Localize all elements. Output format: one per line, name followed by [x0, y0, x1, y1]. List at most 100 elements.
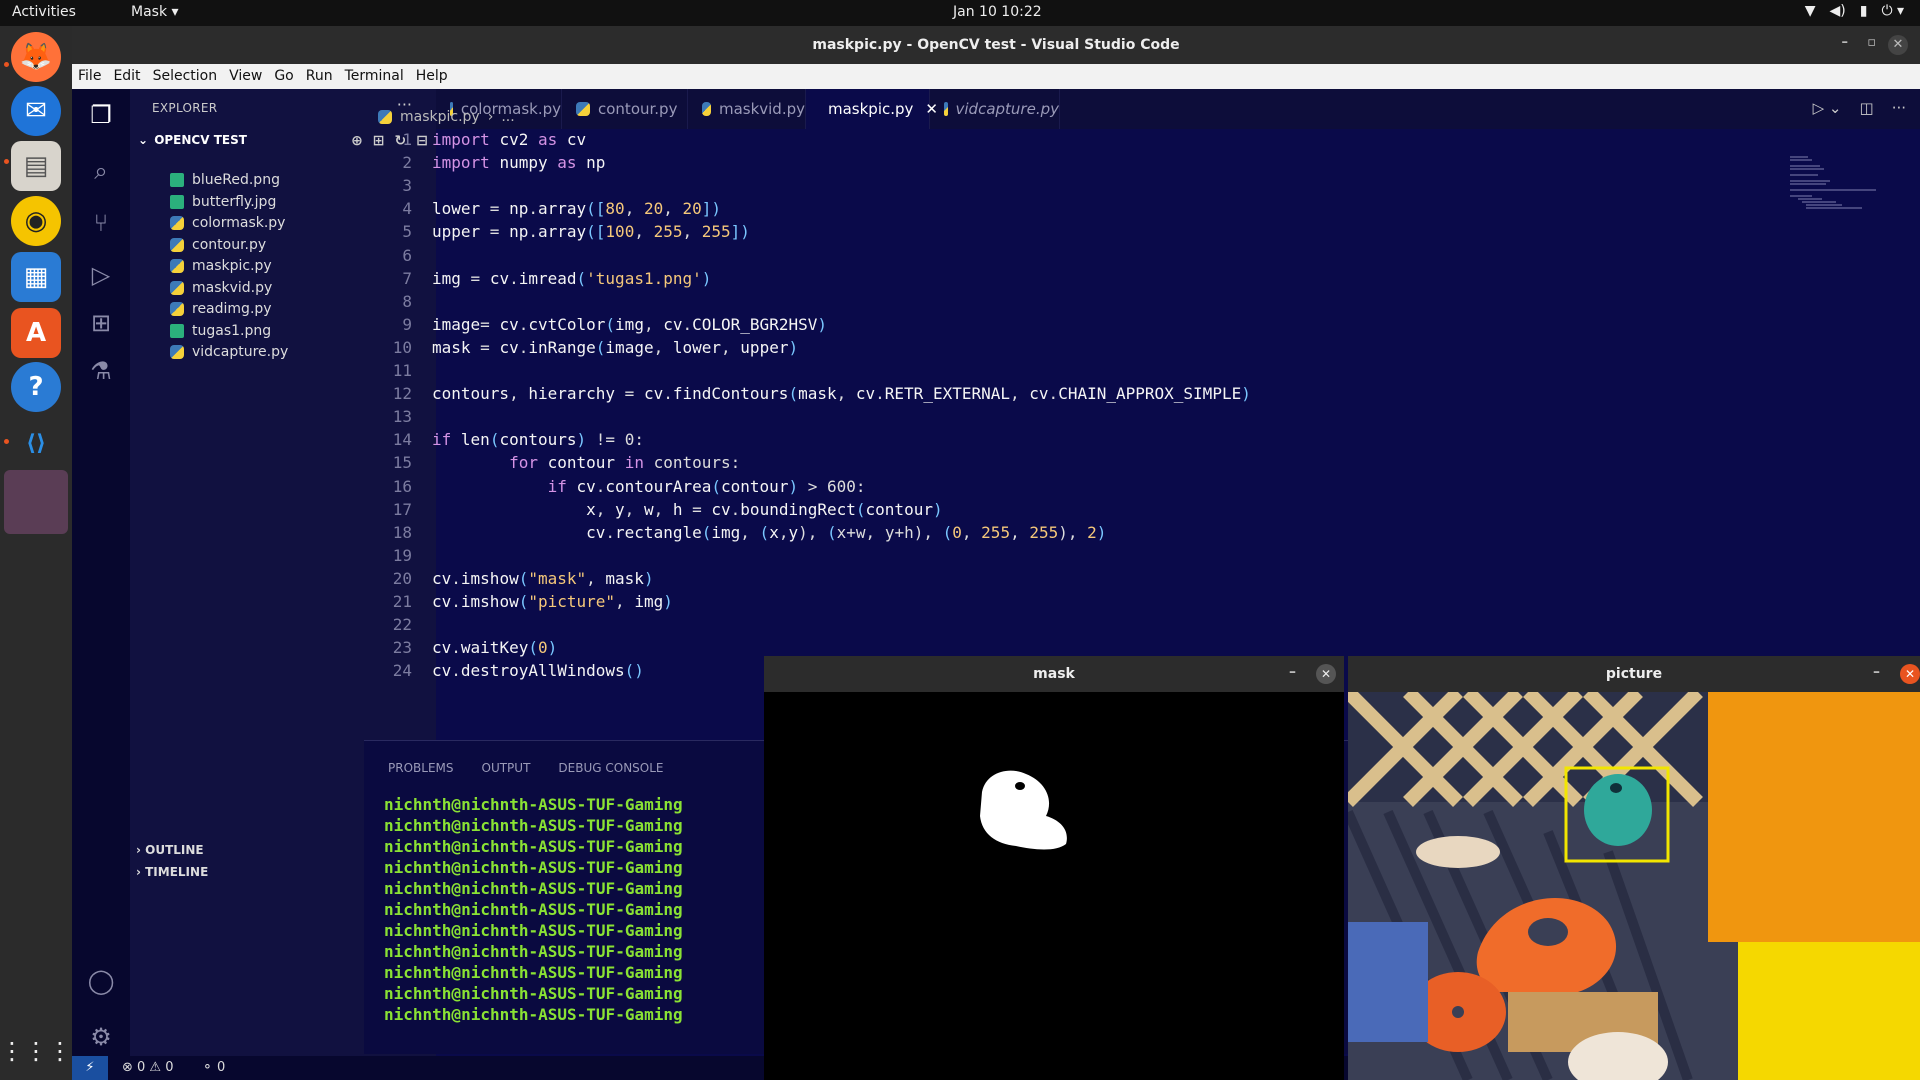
power-icon[interactable]: ⏻ ▾ [1881, 3, 1904, 19]
file-item[interactable]: maskpic.py [170, 255, 272, 277]
menu-file[interactable]: File [72, 64, 107, 89]
appcenter-icon[interactable]: A [11, 308, 61, 358]
code-line[interactable]: 7 img = cv.imread('tugas1.png') [364, 269, 1764, 292]
files-icon[interactable]: ▤ [11, 141, 61, 191]
new-file-icon[interactable]: ⊕ [351, 133, 363, 149]
minimize-button[interactable]: – [1289, 664, 1296, 680]
writer-icon[interactable]: ▦ [11, 252, 61, 302]
code-line[interactable]: 6 [364, 246, 1764, 269]
clock[interactable]: Jan 10 10:22 [953, 4, 1042, 20]
file-item[interactable]: vidcapture.py [170, 341, 288, 363]
file-item[interactable]: butterfly.jpg [170, 191, 276, 213]
code-line[interactable]: 22 [364, 615, 1764, 638]
close-button[interactable]: ✕ [1316, 664, 1336, 684]
file-item[interactable]: contour.py [170, 234, 266, 256]
line-number: 3 [402, 176, 412, 196]
problems-count[interactable]: ⊗ 0 ⚠ 0 [122, 1060, 174, 1075]
explorer-icon[interactable]: ❐ [85, 99, 117, 131]
close-button[interactable]: ✕ [1900, 664, 1920, 684]
breadcrumb-file[interactable]: maskpic.py [400, 109, 480, 125]
code-line[interactable]: 13 [364, 407, 1764, 430]
outline-section[interactable]: › OUTLINE [136, 843, 204, 857]
menu-go[interactable]: Go [268, 64, 299, 89]
code-line[interactable]: 11 [364, 361, 1764, 384]
source-control-icon[interactable]: ⑂ [85, 207, 117, 239]
minimize-button[interactable]: – [1873, 664, 1880, 680]
breadcrumb-rest[interactable]: ... [501, 109, 514, 125]
code-line[interactable]: 12 contours, hierarchy = cv.findContours(… [364, 384, 1764, 407]
file-item[interactable]: blueRed.png [170, 169, 280, 191]
firefox-icon[interactable]: 🦊 [11, 32, 61, 82]
code-line[interactable]: 19 [364, 546, 1764, 569]
code-line[interactable]: 18 cv.rectangle(img, (x,y), (x+w, y+h), … [364, 523, 1764, 546]
minimize-button[interactable]: – [1842, 35, 1849, 50]
file-item[interactable]: maskvid.py [170, 277, 272, 299]
code-text: for contour in contours: [509, 453, 741, 473]
testing-icon[interactable]: ⚗ [85, 355, 117, 387]
search-icon[interactable]: ⌕ [85, 155, 117, 187]
split-editor-icon[interactable]: ◫ [1860, 99, 1874, 117]
editor-tab[interactable]: maskvid.py [688, 89, 806, 129]
battery-icon[interactable]: ▮ [1860, 3, 1868, 19]
file-item[interactable]: readimg.py [170, 298, 272, 320]
code-editor[interactable]: 1 import cv2 as cv 2 import numpy as np 3 4 lo… [364, 130, 1848, 740]
code-line[interactable]: 15 for contour in contours: [364, 453, 1764, 476]
editor-tab[interactable]: contour.py [562, 89, 688, 129]
code-line[interactable]: 1 import cv2 as cv [364, 130, 1764, 153]
activities-button[interactable]: Activities [12, 4, 76, 20]
line-number: 23 [392, 638, 412, 658]
thunderbird-icon[interactable]: ✉ [11, 86, 61, 136]
menu-edit[interactable]: Edit [107, 64, 146, 89]
code-line[interactable]: 5 upper = np.array([100, 255, 255]) [364, 222, 1764, 245]
tab-debug-console[interactable]: DEBUG CONSOLE [558, 761, 663, 775]
code-line[interactable]: 17 x, y, w, h = cv.boundingRect(contour) [364, 500, 1764, 523]
ports-count[interactable]: ⚬ 0 [202, 1060, 225, 1075]
minimap[interactable] [1790, 156, 1890, 216]
code-line[interactable]: 8 [364, 292, 1764, 315]
tab-output[interactable]: OUTPUT [482, 761, 531, 775]
system-tray[interactable]: ▼ ◀) ▮ ⏻ ▾ [1805, 3, 1904, 19]
rhythmbox-icon[interactable]: ◉ [11, 196, 61, 246]
code-line[interactable]: 21 cv.imshow("picture", img) [364, 592, 1764, 615]
menu-help[interactable]: Help [410, 64, 454, 89]
tab-problems[interactable]: PROBLEMS [388, 761, 454, 775]
menu-terminal[interactable]: Terminal [339, 64, 410, 89]
settings-gear-icon[interactable]: ⚙ [85, 1021, 117, 1053]
editor-tab[interactable]: maskpic.py ✕ [806, 89, 938, 129]
running-app-icon[interactable] [4, 470, 68, 534]
python-file-icon [378, 110, 392, 124]
terminal[interactable]: nichnth@nichnth-ASUS-TUF-Gaming nichnth@n… [384, 795, 683, 1026]
help-icon[interactable]: ? [11, 362, 61, 412]
file-item[interactable]: colormask.py [170, 212, 285, 234]
code-line[interactable]: 16 if cv.contourArea(contour) > 600: [364, 477, 1764, 500]
vscode-icon[interactable]: ⟨⟩ [11, 418, 61, 468]
volume-icon[interactable]: ◀) [1829, 3, 1845, 19]
remote-indicator[interactable]: ⚡ [72, 1056, 108, 1080]
terminal-line: nichnth@nichnth-ASUS-TUF-Gaming [384, 984, 683, 1003]
run-file-icon[interactable]: ▷ ⌄ [1813, 99, 1842, 117]
code-line[interactable]: 9 image= cv.cvtColor(img, cv.COLOR_BGR2HS… [364, 315, 1764, 338]
timeline-section[interactable]: › TIMELINE [136, 865, 208, 879]
code-line[interactable]: 20 cv.imshow("mask", mask) [364, 569, 1764, 592]
extensions-icon[interactable]: ⊞ [85, 307, 117, 339]
app-menu[interactable]: Mask ▾ [131, 4, 179, 20]
editor-tab[interactable]: vidcapture.py [930, 89, 1060, 129]
show-apps-icon[interactable]: ⋮⋮⋮ [0, 1026, 72, 1076]
accounts-icon[interactable]: ◯ [85, 965, 117, 997]
more-actions-icon[interactable]: ··· [1892, 99, 1906, 117]
menu-selection[interactable]: Selection [147, 64, 224, 89]
code-line[interactable]: 2 import numpy as np [364, 153, 1764, 176]
code-line[interactable]: 14 if len(contours) != 0: [364, 430, 1764, 453]
code-line[interactable]: 3 [364, 176, 1764, 199]
run-debug-icon[interactable]: ▷ [85, 259, 117, 291]
menu-view[interactable]: View [223, 64, 268, 89]
tab-label: vidcapture.py [955, 100, 1059, 118]
code-line[interactable]: 4 lower = np.array([80, 20, 20]) [364, 199, 1764, 222]
file-item[interactable]: tugas1.png [170, 320, 271, 342]
maximize-button[interactable]: ▫ [1867, 35, 1876, 50]
wifi-icon[interactable]: ▼ [1805, 3, 1816, 19]
code-text: if len(contours) != 0: [432, 430, 644, 450]
close-button[interactable]: ✕ [1888, 35, 1908, 55]
code-line[interactable]: 10 mask = cv.inRange(image, lower, upper) [364, 338, 1764, 361]
menu-run[interactable]: Run [300, 64, 339, 89]
